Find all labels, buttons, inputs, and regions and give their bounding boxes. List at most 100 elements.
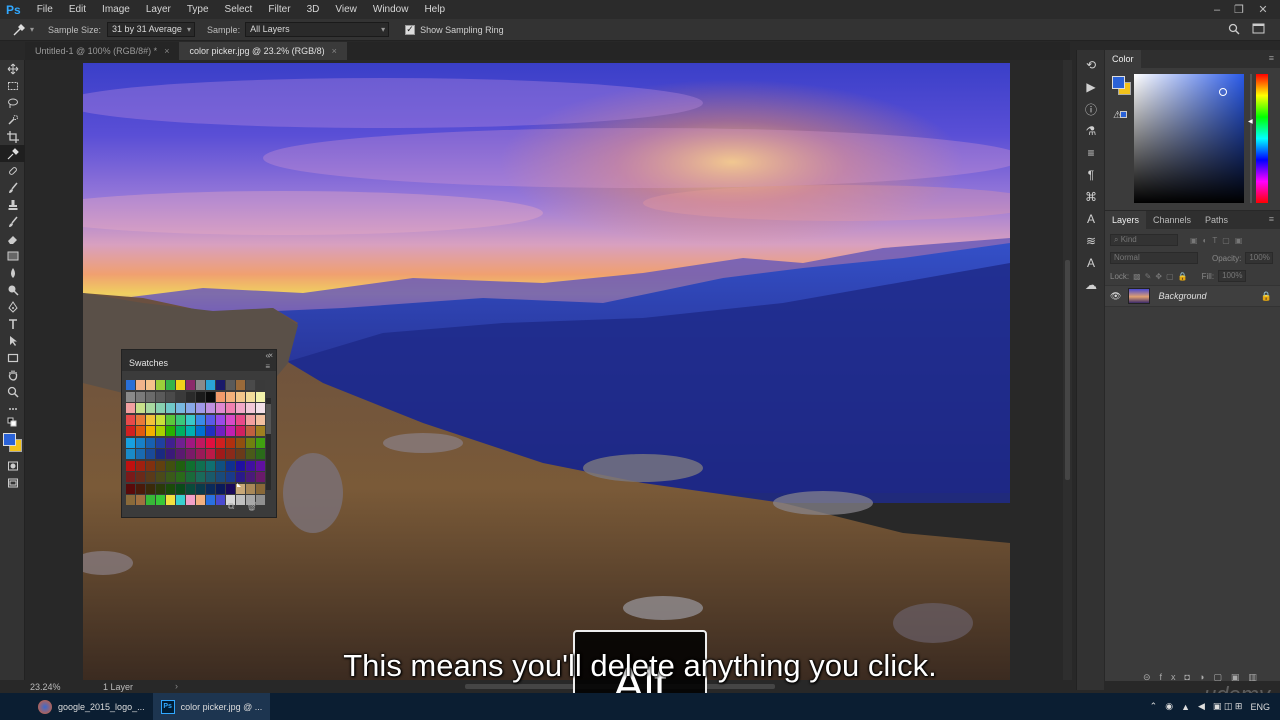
swatch[interactable] bbox=[196, 403, 205, 413]
swatch[interactable] bbox=[136, 403, 145, 413]
swatch[interactable] bbox=[236, 403, 245, 413]
swatch[interactable] bbox=[196, 495, 205, 505]
swatch[interactable] bbox=[166, 391, 175, 402]
swatch[interactable] bbox=[176, 426, 185, 436]
swatch[interactable] bbox=[236, 414, 245, 425]
swatch[interactable] bbox=[206, 380, 215, 390]
swatch[interactable] bbox=[126, 414, 135, 425]
workspace-icon[interactable] bbox=[1252, 23, 1266, 38]
swatch[interactable] bbox=[136, 460, 145, 471]
swatch[interactable] bbox=[146, 495, 155, 505]
eyedropper-icon[interactable] bbox=[12, 23, 26, 37]
hand-tool-icon[interactable] bbox=[0, 366, 25, 383]
swatch[interactable] bbox=[256, 414, 265, 425]
swatch[interactable] bbox=[166, 380, 175, 390]
crop-tool-icon[interactable] bbox=[0, 128, 25, 145]
character-styles-icon[interactable]: A bbox=[1077, 208, 1105, 230]
swatch[interactable] bbox=[236, 426, 245, 436]
swatch[interactable] bbox=[176, 437, 185, 448]
swatch[interactable] bbox=[246, 472, 255, 482]
swatch[interactable] bbox=[206, 403, 215, 413]
quick-mask-icon[interactable] bbox=[0, 457, 25, 474]
panel-menu-icon[interactable]: ≡ bbox=[265, 362, 270, 371]
swatch[interactable] bbox=[176, 472, 185, 482]
swatch[interactable] bbox=[216, 472, 225, 482]
taskbar-item-firefox[interactable]: google_2015_logo_... bbox=[30, 693, 153, 720]
swatch[interactable] bbox=[216, 403, 225, 413]
swatch[interactable] bbox=[126, 426, 135, 436]
swatch[interactable] bbox=[246, 391, 255, 402]
swatch[interactable] bbox=[136, 437, 145, 448]
swatch[interactable] bbox=[136, 472, 145, 482]
close-icon[interactable]: ✕ bbox=[1252, 0, 1274, 19]
screen-mode-icon[interactable] bbox=[0, 474, 25, 491]
swatch[interactable] bbox=[136, 449, 145, 459]
swatch[interactable] bbox=[176, 391, 185, 402]
swatch[interactable] bbox=[246, 380, 255, 390]
brushes-panel-icon[interactable]: ≋ bbox=[1077, 230, 1105, 252]
color-picker-ring[interactable] bbox=[1219, 88, 1227, 96]
opacity-field[interactable]: 100% bbox=[1245, 252, 1274, 264]
foreground-color-chip[interactable] bbox=[1112, 76, 1125, 89]
swatch[interactable] bbox=[186, 495, 195, 505]
tab-layers[interactable]: Layers bbox=[1105, 211, 1147, 229]
swatch[interactable] bbox=[256, 483, 265, 494]
type-tool-icon[interactable] bbox=[0, 315, 25, 332]
lasso-tool-icon[interactable] bbox=[0, 94, 25, 111]
swatch[interactable] bbox=[196, 449, 205, 459]
marquee-tool-icon[interactable] bbox=[0, 77, 25, 94]
swatch[interactable] bbox=[216, 449, 225, 459]
path-selection-tool-icon[interactable] bbox=[0, 332, 25, 349]
tab-color-picker[interactable]: color picker.jpg @ 23.2% (RGB/8) × bbox=[179, 42, 347, 60]
swatch[interactable] bbox=[226, 414, 235, 425]
swatch[interactable] bbox=[216, 380, 225, 390]
menu-window[interactable]: Window bbox=[365, 4, 417, 15]
swatch[interactable] bbox=[126, 391, 135, 402]
swatch[interactable] bbox=[196, 391, 205, 402]
swatch[interactable] bbox=[176, 380, 185, 390]
vertical-scrollbar[interactable] bbox=[1063, 60, 1072, 680]
hue-spectrum-bar[interactable] bbox=[1256, 74, 1268, 203]
swatch[interactable] bbox=[136, 391, 145, 402]
swatch[interactable] bbox=[246, 483, 255, 494]
swatch[interactable] bbox=[156, 483, 165, 494]
delete-swatch-icon[interactable]: 🗑 bbox=[246, 501, 257, 512]
swatch[interactable] bbox=[236, 495, 245, 505]
swatch[interactable] bbox=[226, 472, 235, 482]
swatch[interactable] bbox=[186, 426, 195, 436]
swatch[interactable] bbox=[166, 483, 175, 494]
swatch[interactable] bbox=[156, 380, 165, 390]
swatch[interactable] bbox=[246, 414, 255, 425]
swatch[interactable] bbox=[146, 391, 155, 402]
menu-edit[interactable]: Edit bbox=[61, 4, 94, 15]
swatch[interactable] bbox=[216, 460, 225, 471]
show-sampling-ring-checkbox[interactable]: ✓ bbox=[405, 24, 416, 35]
web-safe-color-icon[interactable] bbox=[1120, 111, 1127, 118]
swatch[interactable] bbox=[126, 403, 135, 413]
volume-tray-icon[interactable]: ◀ bbox=[1198, 701, 1205, 712]
swatch[interactable] bbox=[206, 472, 215, 482]
swatch[interactable] bbox=[206, 437, 215, 448]
minimize-icon[interactable]: – bbox=[1206, 0, 1228, 19]
swatch[interactable] bbox=[126, 460, 135, 471]
swatch[interactable] bbox=[196, 472, 205, 482]
tab-channels[interactable]: Channels bbox=[1146, 215, 1198, 229]
swatch[interactable] bbox=[186, 460, 195, 471]
swatch[interactable] bbox=[186, 437, 195, 448]
swatch[interactable] bbox=[156, 426, 165, 436]
blend-mode-select[interactable]: Normal bbox=[1110, 252, 1198, 264]
menu-filter[interactable]: Filter bbox=[260, 4, 298, 15]
swatch[interactable] bbox=[146, 460, 155, 471]
swatch[interactable] bbox=[156, 391, 165, 402]
libraries-panel-icon[interactable]: ☁ bbox=[1077, 274, 1105, 296]
gradient-tool-icon[interactable] bbox=[0, 247, 25, 264]
swatch[interactable] bbox=[196, 483, 205, 494]
sample-size-select[interactable]: 31 by 31 Average bbox=[107, 22, 196, 37]
visibility-eye-icon[interactable]: 👁 bbox=[1110, 291, 1121, 302]
swatch[interactable] bbox=[136, 495, 145, 505]
swatch[interactable] bbox=[236, 472, 245, 482]
healing-brush-tool-icon[interactable] bbox=[0, 162, 25, 179]
quick-selection-tool-icon[interactable] bbox=[0, 111, 25, 128]
swatch[interactable] bbox=[236, 460, 245, 471]
swatch[interactable] bbox=[156, 472, 165, 482]
